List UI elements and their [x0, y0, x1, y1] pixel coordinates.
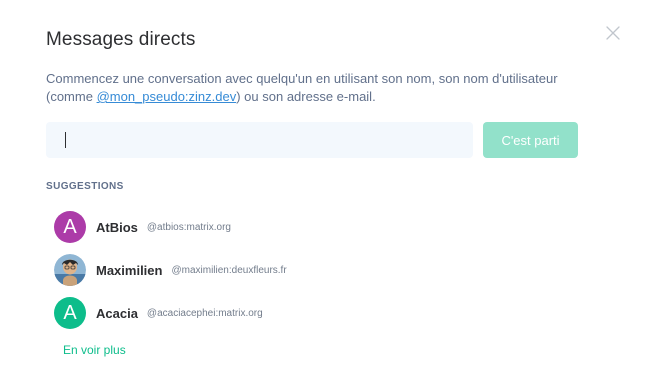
avatar: [54, 254, 86, 286]
dialog-title: Messages directs: [46, 29, 196, 50]
user-name: Acacia: [96, 305, 138, 321]
suggestion-item-maximilien[interactable]: Maximilien @maximilien:deuxfleurs.fr: [54, 254, 287, 286]
avatar: A: [54, 211, 86, 243]
avatar: A: [54, 297, 86, 329]
user-id: @atbios:matrix.org: [146, 221, 231, 233]
intro-text: Commencez une conversation avec quelqu'u…: [46, 70, 566, 106]
suggestion-item-atbios[interactable]: A AtBios @atbios:matrix.org: [54, 211, 231, 243]
user-photo-icon: [54, 254, 86, 286]
direct-messages-dialog: Messages directs Commencez une conversat…: [0, 0, 647, 389]
close-icon: [606, 26, 620, 40]
close-button[interactable]: [604, 24, 622, 42]
go-button[interactable]: C'est parti: [483, 122, 578, 158]
text-caret: [65, 132, 66, 148]
suggestion-item-acacia[interactable]: A Acacia @acaciacephei:matrix.org: [54, 297, 263, 329]
user-id: @maximilien:deuxfleurs.fr: [171, 264, 287, 276]
intro-text-after: ) ou son adresse e-mail.: [236, 89, 376, 104]
avatar-initial: A: [63, 215, 77, 238]
user-name: Maximilien: [96, 262, 163, 278]
show-more-link[interactable]: En voir plus: [63, 343, 126, 357]
user-name: AtBios: [96, 219, 138, 235]
search-input[interactable]: [46, 122, 473, 158]
suggestions-heading: SUGGESTIONS: [46, 181, 124, 192]
example-user-link[interactable]: @mon_pseudo:zinz.dev: [97, 89, 237, 104]
user-id: @acaciacephei:matrix.org: [146, 307, 263, 319]
avatar-initial: A: [63, 301, 77, 324]
